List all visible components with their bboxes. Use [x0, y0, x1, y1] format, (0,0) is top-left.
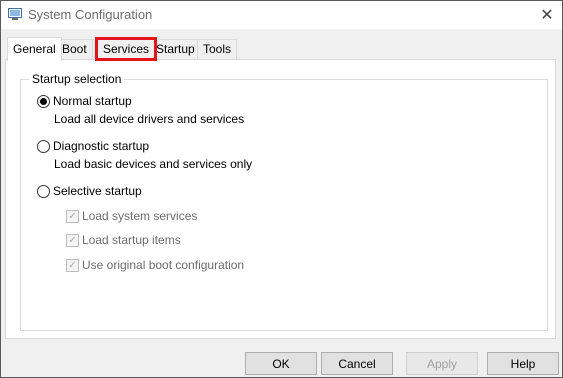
- load-startup-items-label: Load startup items: [82, 233, 181, 247]
- checkmark-icon: ✓: [66, 233, 79, 247]
- normal-startup-radio[interactable]: Normal startup: [37, 94, 132, 108]
- diagnostic-startup-radio[interactable]: Diagnostic startup: [37, 139, 149, 153]
- diagnostic-startup-label: Diagnostic startup: [53, 139, 150, 153]
- help-button[interactable]: Help: [487, 352, 559, 375]
- radio-checked-icon: [37, 94, 50, 108]
- normal-startup-description: Load all device drivers and services: [54, 112, 245, 126]
- general-tab-panel: Startup selection Normal startup Load al…: [5, 59, 556, 339]
- diagnostic-startup-description: Load basic devices and services only: [54, 157, 253, 171]
- apply-button[interactable]: Apply: [406, 352, 478, 375]
- tab-services[interactable]: Services: [94, 37, 158, 61]
- startup-selection-title: Startup selection: [29, 72, 125, 86]
- load-system-services-label: Load system services: [82, 209, 198, 223]
- load-system-services-checkbox[interactable]: ✓ Load system services: [66, 209, 197, 223]
- radio-unchecked-icon: [37, 139, 50, 153]
- close-button[interactable]: ✕: [532, 1, 562, 29]
- window-title: System Configuration: [28, 7, 153, 22]
- selective-startup-radio[interactable]: Selective startup: [37, 184, 142, 198]
- checkmark-icon: ✓: [66, 258, 79, 272]
- normal-startup-label: Normal startup: [53, 94, 132, 108]
- cancel-button[interactable]: Cancel: [321, 352, 393, 375]
- radio-unchecked-icon: [37, 184, 50, 198]
- selective-startup-label: Selective startup: [53, 184, 142, 198]
- checkmark-icon: ✓: [66, 209, 79, 223]
- startup-selection-group: Startup selection Normal startup Load al…: [20, 72, 548, 331]
- load-startup-items-checkbox[interactable]: ✓ Load startup items: [66, 233, 181, 247]
- tab-startup[interactable]: Startup: [150, 39, 201, 59]
- ok-button[interactable]: OK: [245, 352, 317, 375]
- msconfig-app-icon: [8, 8, 22, 20]
- use-original-boot-config-label: Use original boot configuration: [82, 258, 245, 272]
- close-icon: ✕: [540, 7, 554, 24]
- tab-tools[interactable]: Tools: [197, 39, 238, 59]
- title-bar[interactable]: System Configuration ✕: [1, 1, 562, 29]
- use-original-boot-config-checkbox[interactable]: ✓ Use original boot configuration: [66, 258, 244, 272]
- tab-general[interactable]: General: [7, 37, 62, 61]
- system-configuration-window: System Configuration ✕ General Boot Serv…: [0, 0, 563, 378]
